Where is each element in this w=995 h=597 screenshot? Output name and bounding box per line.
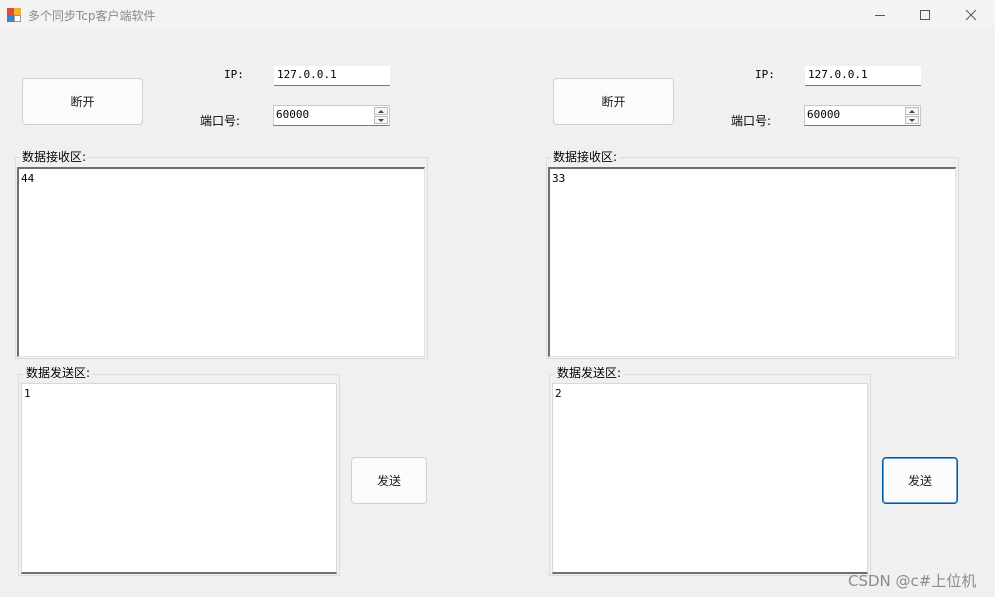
minimize-icon bbox=[875, 15, 885, 16]
send-button-2[interactable]: 发送 bbox=[882, 457, 958, 504]
port-label-1: 端口号: bbox=[200, 114, 241, 128]
ip-input-1[interactable]: 127.0.0.1 bbox=[274, 66, 390, 86]
port-value-2: 60000 bbox=[807, 108, 841, 121]
ip-input-2[interactable]: 127.0.0.1 bbox=[805, 66, 921, 86]
chevron-up-icon bbox=[378, 109, 384, 113]
app-form-icon bbox=[7, 8, 21, 22]
port-value-1: 60000 bbox=[276, 108, 310, 121]
send-group-label-1: 数据发送区: bbox=[24, 364, 93, 381]
send-group-label-2: 数据发送区: bbox=[555, 364, 624, 381]
disconnect-button-1[interactable]: 断开 bbox=[22, 78, 143, 125]
port-up-button-2[interactable] bbox=[905, 107, 919, 115]
send-button-1[interactable]: 发送 bbox=[351, 457, 427, 504]
receive-group-label-1: 数据接收区: bbox=[20, 148, 89, 165]
chevron-down-icon bbox=[909, 118, 915, 122]
receive-textarea-1[interactable]: 44 bbox=[17, 167, 425, 357]
port-stepper-2[interactable]: 60000 bbox=[804, 105, 921, 126]
port-stepper-1[interactable]: 60000 bbox=[273, 105, 390, 126]
send-textarea-1[interactable]: 1 bbox=[21, 383, 337, 574]
send-textarea-2[interactable]: 2 bbox=[552, 383, 868, 574]
maximize-icon bbox=[920, 10, 930, 20]
chevron-up-icon bbox=[909, 109, 915, 113]
window-title: 多个同步Tcp客户端软件 bbox=[28, 9, 156, 23]
port-down-button-1[interactable] bbox=[374, 116, 388, 124]
port-label-2: 端口号: bbox=[731, 114, 772, 128]
app-window: 多个同步Tcp客户端软件 断开 IP: 127.0.0.1 端口号: 60000… bbox=[0, 0, 995, 597]
ip-label-1: IP: bbox=[224, 68, 244, 81]
port-up-button-1[interactable] bbox=[374, 107, 388, 115]
ip-label-2: IP: bbox=[755, 68, 775, 81]
receive-textarea-2[interactable]: 33 bbox=[548, 167, 956, 357]
maximize-button[interactable] bbox=[902, 0, 948, 30]
close-button[interactable] bbox=[948, 0, 994, 30]
watermark: CSDN @c#上位机 bbox=[848, 572, 977, 590]
disconnect-button-2[interactable]: 断开 bbox=[553, 78, 674, 125]
receive-group-label-2: 数据接收区: bbox=[551, 148, 620, 165]
port-down-button-2[interactable] bbox=[905, 116, 919, 124]
chevron-down-icon bbox=[378, 118, 384, 122]
minimize-button[interactable] bbox=[857, 0, 903, 30]
title-bar[interactable]: 多个同步Tcp客户端软件 bbox=[0, 0, 995, 30]
close-icon bbox=[965, 9, 977, 21]
